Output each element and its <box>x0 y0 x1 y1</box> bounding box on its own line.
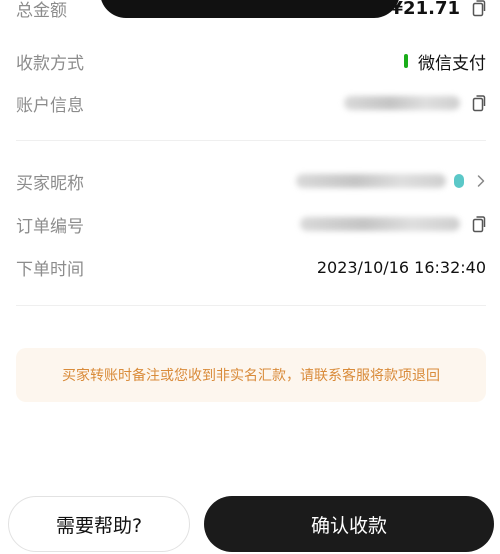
copy-icon[interactable] <box>472 215 486 233</box>
wechat-pay-icon <box>404 54 408 68</box>
account-info-label: 账户信息 <box>16 95 84 116</box>
total-value: ¥21.71 <box>390 0 460 19</box>
payment-method-label: 收款方式 <box>16 53 84 74</box>
order-number-label: 订单编号 <box>16 216 84 237</box>
order-time-label: 下单时间 <box>16 259 84 280</box>
divider <box>16 305 486 306</box>
help-button[interactable]: 需要帮助? <box>8 496 190 552</box>
account-info-value-redacted <box>344 96 460 110</box>
order-time-value: 2023/10/16 16:32:40 <box>316 257 486 277</box>
order-number-value-redacted <box>300 217 460 231</box>
order-number-row: 订单编号 <box>16 211 486 237</box>
refund-notice-text: 买家转账时备注或您收到非实名汇款，请联系客服将款项退回 <box>62 368 440 384</box>
confirm-receipt-button-label: 确认收款 <box>310 514 387 537</box>
payment-method-value: 微信支付 <box>418 53 486 74</box>
confirm-receipt-button[interactable]: 确认收款 <box>204 496 494 552</box>
buyer-nickname-value-redacted <box>296 174 446 188</box>
chevron-right-icon[interactable] <box>476 174 486 188</box>
copy-icon[interactable] <box>472 0 486 17</box>
buyer-nickname-row[interactable]: 买家昵称 <box>16 168 486 194</box>
total-row: 总金额 ¥21.71 <box>16 0 486 21</box>
payment-method-row: 收款方式 微信支付 <box>16 48 486 74</box>
order-time-row: 下单时间 2023/10/16 16:32:40 <box>16 254 486 280</box>
divider <box>16 140 486 141</box>
copy-icon[interactable] <box>472 94 486 112</box>
total-label: 总金额 <box>16 0 67 21</box>
help-button-label: 需要帮助? <box>55 514 143 537</box>
refund-notice-banner: 买家转账时备注或您收到非实名汇款，请联系客服将款项退回 <box>16 348 486 402</box>
account-info-row: 账户信息 <box>16 90 486 116</box>
buyer-avatar <box>454 174 464 188</box>
buyer-nickname-label: 买家昵称 <box>16 173 84 194</box>
